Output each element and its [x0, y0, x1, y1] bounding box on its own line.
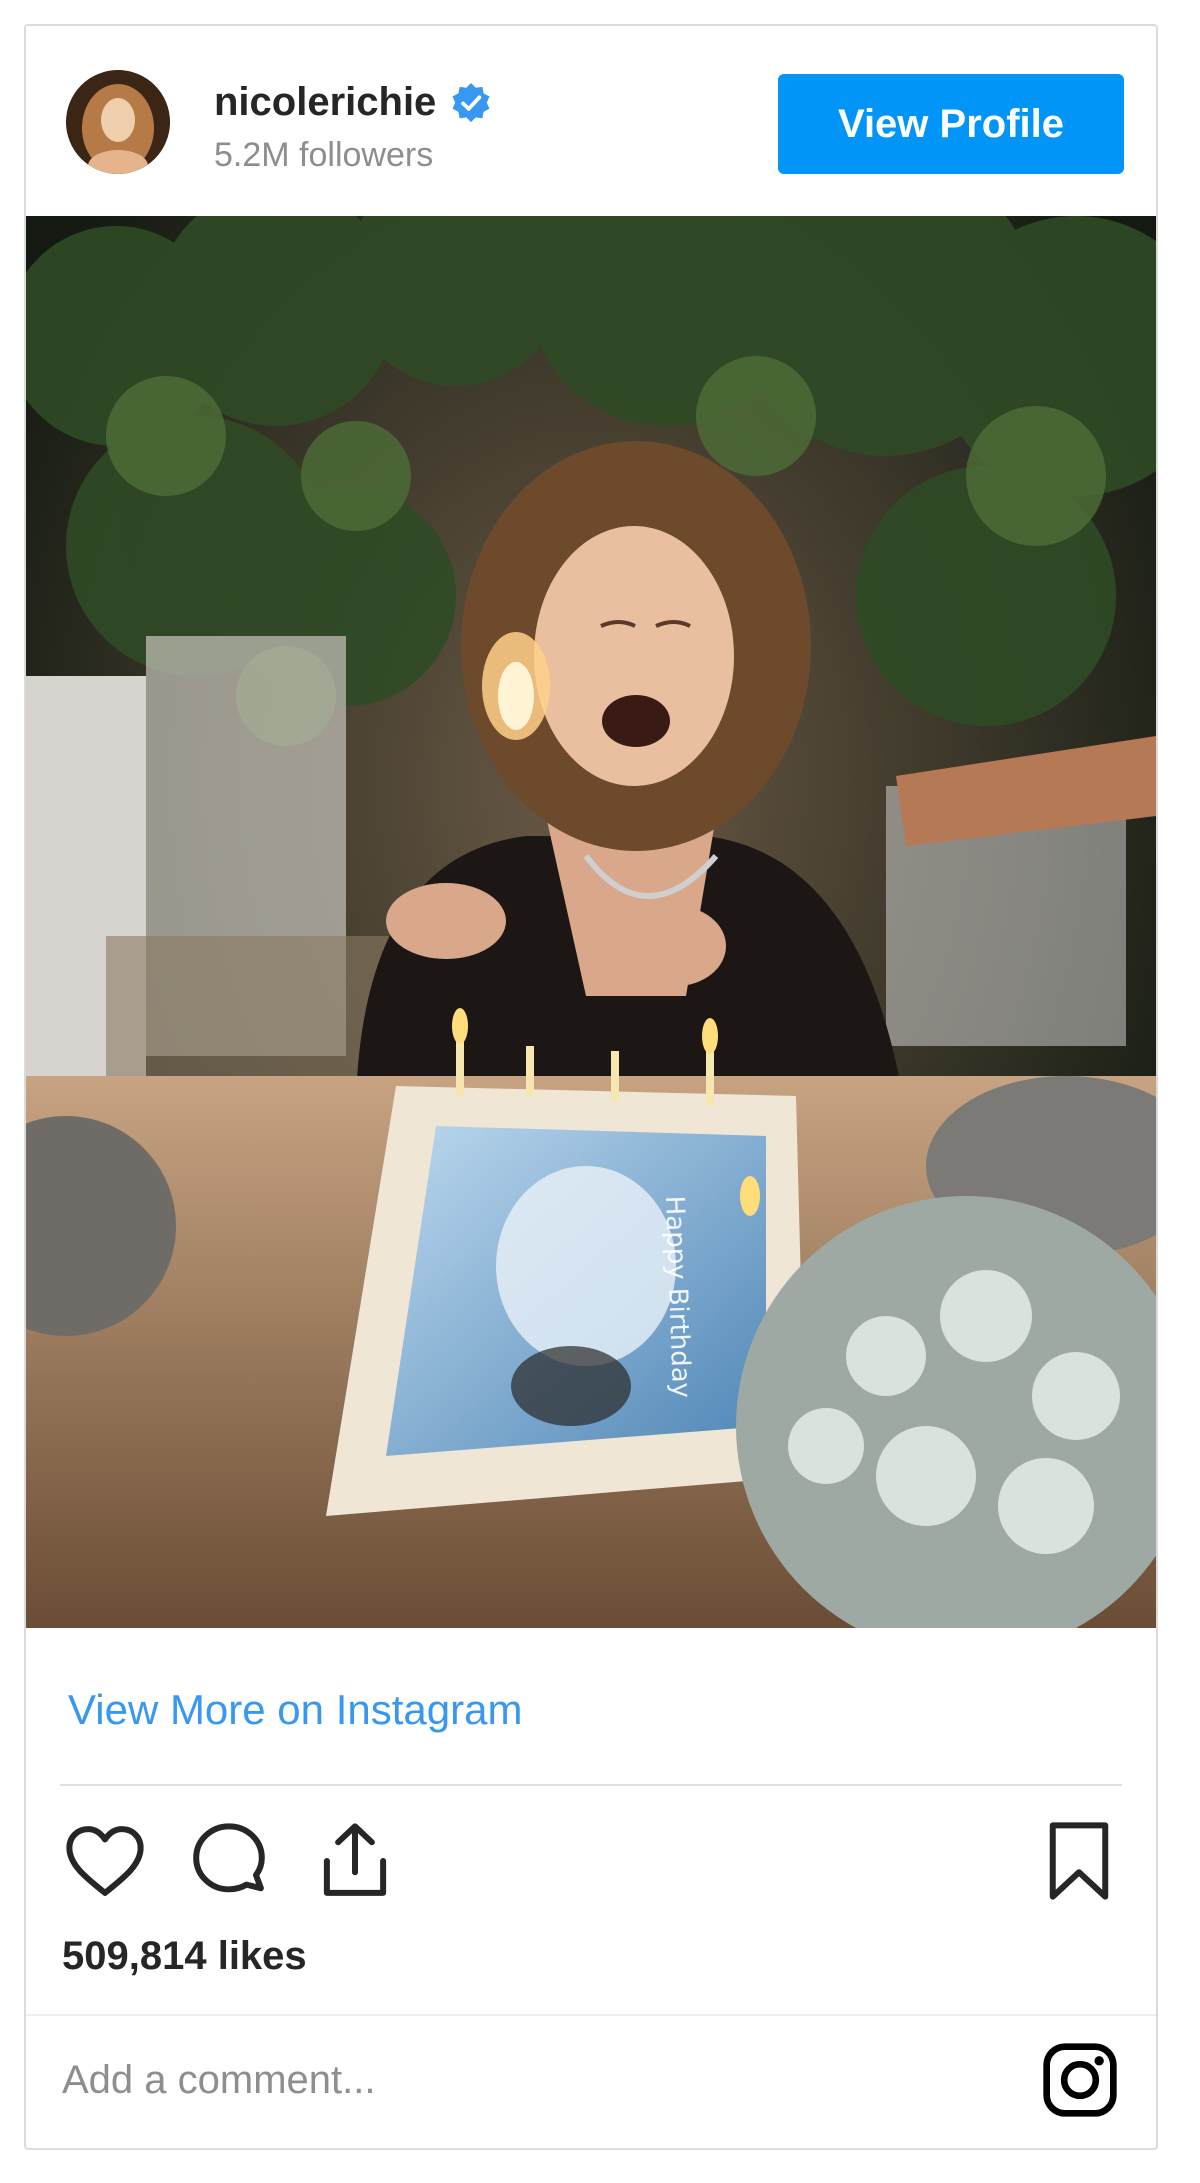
- follower-count: 5.2M followers: [214, 136, 434, 174]
- instagram-embed-card: nicolerichie 5.2M followers View Profile: [24, 24, 1158, 2150]
- like-count[interactable]: 509,814 likes: [62, 1934, 307, 1979]
- view-profile-button[interactable]: View Profile: [778, 74, 1124, 174]
- verified-badge-icon: [450, 82, 492, 124]
- post-photo-illustration: Happy Birthday: [26, 216, 1156, 1628]
- comment-input[interactable]: [60, 2044, 964, 2116]
- avatar-image: [66, 70, 170, 174]
- post-header: nicolerichie 5.2M followers View Profile: [26, 26, 1156, 216]
- avatar[interactable]: [66, 70, 170, 174]
- view-more-on-instagram-link[interactable]: View More on Instagram: [68, 1686, 522, 1734]
- instagram-icon[interactable]: [1040, 2040, 1120, 2120]
- username[interactable]: nicolerichie: [214, 80, 436, 125]
- share-icon[interactable]: [310, 1816, 400, 1906]
- divider: [60, 1784, 1122, 1786]
- post-photo[interactable]: Happy Birthday: [26, 216, 1156, 1628]
- comment-icon[interactable]: [184, 1816, 274, 1906]
- divider: [26, 2014, 1156, 2016]
- username-row: nicolerichie: [214, 80, 492, 125]
- bookmark-icon[interactable]: [1034, 1816, 1124, 1906]
- action-bar: [26, 1816, 1156, 1906]
- heart-icon[interactable]: [60, 1816, 150, 1906]
